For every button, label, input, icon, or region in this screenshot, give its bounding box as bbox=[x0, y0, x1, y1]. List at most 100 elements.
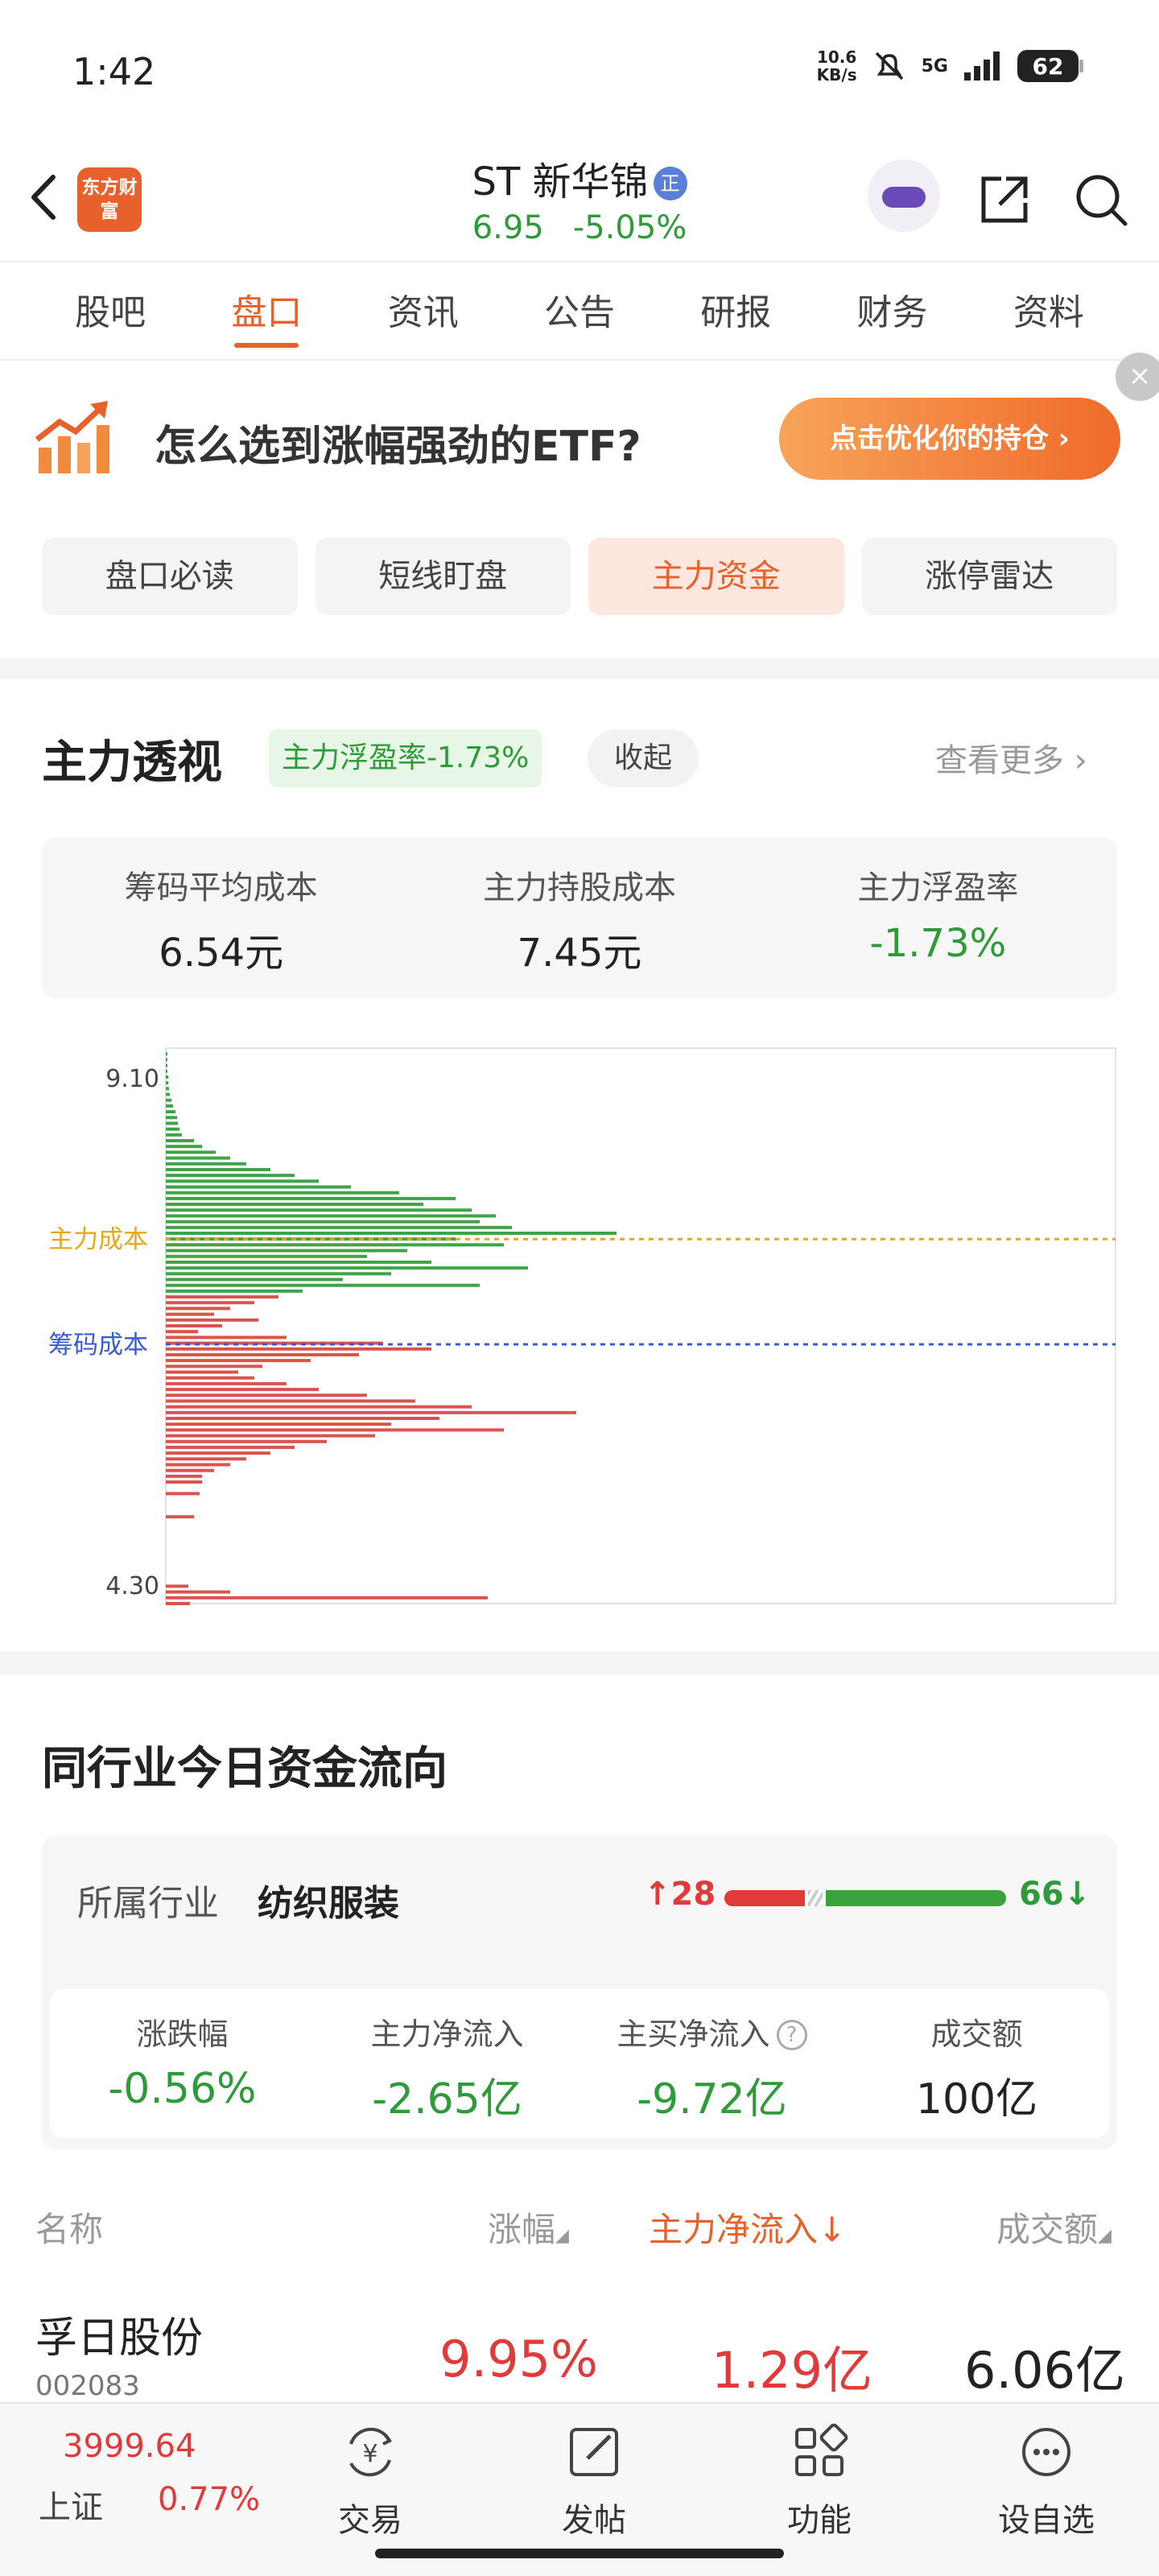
share-icon[interactable] bbox=[974, 169, 1035, 230]
chip-bar bbox=[166, 1058, 167, 1062]
table-header: 名称 涨幅◢ 主力净流入↓ 成交额◢ bbox=[0, 2202, 1159, 2275]
down-count: 66↓ bbox=[1019, 1876, 1091, 1913]
chip-bar bbox=[166, 1098, 171, 1102]
col-net-inflow-sort[interactable]: 主力净流入↓ bbox=[649, 2202, 846, 2252]
chip-bar bbox=[166, 1110, 175, 1114]
col-turnover-sort[interactable]: 成交额◢ bbox=[996, 2202, 1112, 2252]
tab-announcements[interactable]: 公告 bbox=[544, 262, 615, 359]
chip-bar bbox=[166, 1399, 415, 1403]
col-name: 名称 bbox=[35, 2210, 104, 2249]
industry-stat-turnover: 成交额 100亿 bbox=[915, 2017, 1038, 2124]
close-icon[interactable]: × bbox=[1116, 353, 1159, 401]
chip-bar bbox=[166, 1492, 200, 1496]
chip-bar bbox=[166, 1324, 222, 1327]
index-change[interactable]: 0.77% bbox=[158, 2481, 260, 2518]
subtab-short-term[interactable]: 短线盯盘 bbox=[315, 538, 571, 615]
chip-bar bbox=[166, 1156, 230, 1160]
chip-bar bbox=[166, 1196, 456, 1200]
chip-bar bbox=[166, 1150, 216, 1154]
ad-banner[interactable]: 怎么选到涨幅强劲的ETF? 点击优化你的持仓 › bbox=[0, 362, 1159, 515]
home-indicator bbox=[375, 2549, 784, 2558]
chip-bar bbox=[166, 1307, 230, 1311]
tab-news[interactable]: 资讯 bbox=[388, 262, 459, 359]
chip-bar bbox=[166, 1376, 254, 1380]
net-speed: 10.6 KB/s bbox=[816, 47, 857, 85]
chip-bar bbox=[166, 1121, 178, 1125]
chip-bar bbox=[166, 1260, 431, 1264]
divider bbox=[0, 359, 1159, 361]
index-value[interactable]: 3999.64 bbox=[63, 2428, 196, 2465]
chip-bar bbox=[166, 1445, 295, 1449]
industry-name[interactable]: 纺织服装 bbox=[258, 1874, 399, 1926]
chip-bar bbox=[166, 1590, 230, 1594]
chip-bar bbox=[166, 1457, 246, 1461]
edit-icon bbox=[570, 2428, 618, 2476]
stat-float-profit: 主力浮盈率 -1.73% bbox=[857, 869, 1019, 966]
industry-section-title: 同行业今日资金流向 bbox=[42, 1743, 448, 1795]
help-icon[interactable]: ? bbox=[776, 2020, 807, 2050]
nav-post[interactable]: 发帖 bbox=[522, 2420, 666, 2541]
chip-bar bbox=[166, 1127, 179, 1131]
tab-research[interactable]: 研报 bbox=[700, 262, 771, 359]
row-net-inflow: 1.29亿 bbox=[711, 2341, 873, 2400]
chip-bar bbox=[166, 1312, 214, 1316]
chip-bar bbox=[166, 1463, 230, 1467]
tab-pankou[interactable]: 盘口 bbox=[231, 262, 302, 359]
industry-stat-main-inflow: 主力净流入 -2.65亿 bbox=[370, 2017, 524, 2124]
chip-bar bbox=[166, 1104, 173, 1108]
chip-bar bbox=[166, 1352, 359, 1356]
chip-bar bbox=[166, 1364, 262, 1368]
chip-bar bbox=[166, 1370, 238, 1374]
chip-distribution-chart: 主力成本 筹码成本 9.10 4.30 bbox=[0, 1030, 1159, 1626]
chip-bar bbox=[166, 1174, 295, 1178]
view-more-link[interactable]: 查看更多 › bbox=[935, 734, 1087, 781]
tab-finance[interactable]: 财务 bbox=[857, 262, 928, 359]
chip-bar bbox=[166, 1318, 258, 1322]
network-type: 5G bbox=[921, 56, 948, 76]
svg-text:¥: ¥ bbox=[362, 2440, 377, 2468]
chip-bar bbox=[166, 1434, 375, 1438]
assistant-robot-icon[interactable] bbox=[868, 159, 940, 232]
chip-chart-svg: 主力成本筹码成本 9.10 4.30 bbox=[48, 1047, 1116, 1605]
chip-bar bbox=[166, 1596, 488, 1600]
status-bar: 1:42 10.6 KB/s 5G 62 bbox=[0, 0, 1159, 129]
chip-bar bbox=[166, 1602, 190, 1605]
row-change: 9.95% bbox=[439, 2330, 598, 2388]
chip-bar bbox=[166, 1381, 287, 1385]
main-cost-label: 主力成本 bbox=[48, 1225, 148, 1254]
nav-trade[interactable]: ¥ 交易 bbox=[298, 2420, 443, 2541]
chip-bar bbox=[166, 1185, 351, 1189]
subtab-main-capital[interactable]: 主力资金 bbox=[588, 538, 844, 615]
nav-functions[interactable]: 功能 bbox=[747, 2420, 892, 2541]
tab-profile[interactable]: 资料 bbox=[1013, 262, 1084, 359]
section-gap bbox=[0, 658, 1159, 679]
chart-frame bbox=[165, 1047, 1116, 1604]
sub-tabs: 盘口必读 短线盯盘 主力资金 涨停雷达 bbox=[42, 538, 1117, 615]
collapse-button[interactable]: 收起 bbox=[588, 729, 699, 787]
chip-bar bbox=[166, 1208, 472, 1212]
row-stock-code: 002083 bbox=[35, 2370, 140, 2402]
ad-button[interactable]: 点击优化你的持仓 › bbox=[779, 398, 1120, 480]
industry-label: 所属行业 bbox=[77, 1883, 219, 1924]
index-name[interactable]: 上证 bbox=[39, 2481, 103, 2528]
chip-bar bbox=[166, 1451, 270, 1455]
subtab-must-read[interactable]: 盘口必读 bbox=[42, 538, 298, 615]
chip-bar bbox=[166, 1295, 278, 1299]
mute-bell-icon bbox=[875, 52, 903, 80]
chip-bar bbox=[166, 1410, 576, 1414]
chip-bar bbox=[166, 1133, 182, 1137]
row-stock-name[interactable]: 孚日股份 bbox=[35, 2304, 203, 2364]
subtab-limit-up-radar[interactable]: 涨停雷达 bbox=[861, 538, 1117, 615]
col-change-sort[interactable]: 涨幅◢ bbox=[488, 2202, 569, 2252]
chip-bar bbox=[166, 1092, 170, 1096]
industry-stat-active-buy-inflow: 主买净流入? -9.72亿 bbox=[580, 1988, 844, 2138]
tab-guba[interactable]: 股吧 bbox=[75, 262, 146, 359]
y-top-tick-label: 9.10 bbox=[105, 1065, 159, 1093]
chip-cost-label: 筹码成本 bbox=[48, 1331, 148, 1360]
up-count: ↑28 bbox=[644, 1876, 716, 1913]
search-icon[interactable] bbox=[1070, 169, 1132, 230]
chip-bar bbox=[166, 1220, 480, 1224]
main-tabs: 股吧 盘口 资讯 公告 研报 财务 资料 bbox=[0, 262, 1159, 359]
industry-card: 所属行业 纺织服装 ↑28 66↓ 涨跌幅 -0.56% 主力净流入 -2.65… bbox=[42, 1835, 1117, 2149]
nav-watchlist[interactable]: 设自选 bbox=[974, 2420, 1119, 2541]
